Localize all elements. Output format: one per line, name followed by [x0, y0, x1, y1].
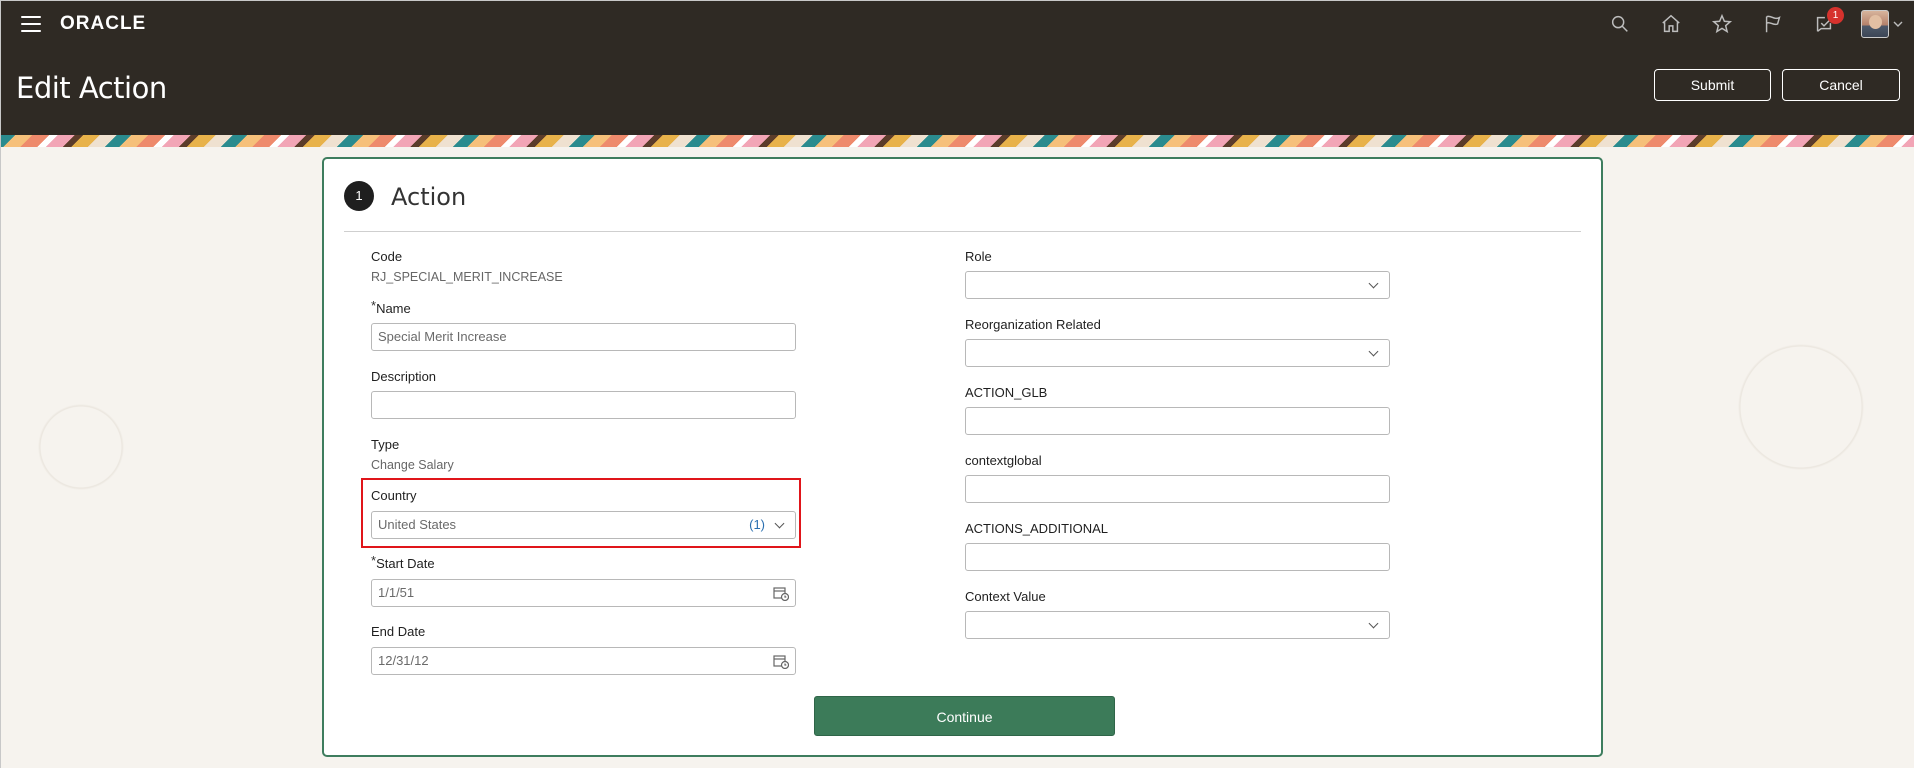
end-date-value: 12/31/12	[378, 653, 429, 668]
home-icon[interactable]	[1656, 9, 1686, 39]
cancel-button[interactable]: Cancel	[1782, 69, 1900, 101]
calendar-icon[interactable]	[773, 586, 789, 601]
country-value: United States	[378, 517, 457, 532]
section-title: Action	[391, 183, 467, 211]
search-icon[interactable]	[1605, 9, 1635, 39]
menu-icon[interactable]	[21, 16, 41, 32]
notifications-icon[interactable]: 1	[1809, 7, 1844, 39]
start-date-label-text: Start Date	[376, 556, 435, 571]
required-indicator: *	[371, 553, 377, 568]
divider	[344, 231, 1581, 232]
calendar-icon[interactable]	[773, 654, 789, 669]
description-label: Description	[371, 369, 437, 384]
contextglobal-label: contextglobal	[965, 453, 1042, 468]
continue-button[interactable]: Continue	[814, 696, 1115, 736]
actions-additional-label: ACTIONS_ADDITIONAL	[965, 521, 1109, 536]
submit-button[interactable]: Submit	[1654, 69, 1771, 101]
required-indicator: *	[371, 298, 377, 313]
oracle-logo: ORACLE	[60, 13, 147, 34]
global-toolbar: 1	[1584, 7, 1903, 39]
role-select[interactable]	[965, 271, 1390, 299]
flag-icon[interactable]	[1758, 9, 1788, 39]
top-bar: ORACLE 1 Edit Action Submit Cancel	[1, 1, 1914, 135]
type-value: Change Salary	[371, 458, 454, 472]
name-label-text: Name	[376, 301, 411, 316]
action-card: 1 Action Code RJ_SPECIAL_MERIT_INCREASE …	[322, 157, 1603, 757]
chevron-down-icon	[1893, 21, 1903, 27]
code-value: RJ_SPECIAL_MERIT_INCREASE	[371, 270, 563, 284]
type-label: Type	[371, 437, 400, 452]
page-title: Edit Action	[16, 71, 167, 105]
role-label: Role	[965, 249, 992, 264]
user-menu[interactable]	[1861, 10, 1903, 38]
name-field[interactable]: Special Merit Increase	[371, 323, 796, 351]
decorative-banner	[1, 135, 1914, 147]
action-glb-label: ACTION_GLB	[965, 385, 1048, 400]
action-glb-field[interactable]	[965, 407, 1390, 435]
code-label: Code	[371, 249, 403, 264]
description-field[interactable]	[371, 391, 796, 419]
country-count: (1)	[749, 517, 765, 532]
start-date-label: *Start Date	[371, 553, 435, 571]
contextglobal-field[interactable]	[965, 475, 1390, 503]
notification-badge: 1	[1827, 7, 1844, 24]
context-value-label: Context Value	[965, 589, 1046, 604]
end-date-label: End Date	[371, 624, 426, 639]
avatar[interactable]	[1861, 10, 1889, 38]
reorganization-related-select[interactable]	[965, 339, 1390, 367]
country-label: Country	[371, 488, 417, 503]
name-label: *Name	[371, 298, 411, 316]
country-select[interactable]: United States (1)	[371, 511, 796, 539]
actions-additional-field[interactable]	[965, 543, 1390, 571]
start-date-value: 1/1/51	[378, 585, 415, 600]
star-icon[interactable]	[1707, 9, 1737, 39]
end-date-field[interactable]: 12/31/12	[371, 647, 796, 675]
step-number: 1	[344, 181, 374, 211]
context-value-select[interactable]	[965, 611, 1390, 639]
start-date-field[interactable]: 1/1/51	[371, 579, 796, 607]
reorganization-related-label: Reorganization Related	[965, 317, 1101, 332]
